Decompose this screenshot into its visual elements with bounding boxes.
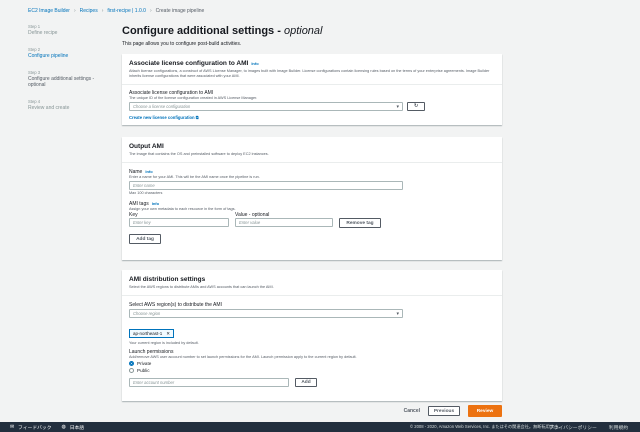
region-note: Your current region is included by defau…: [129, 341, 199, 345]
field-constraint: Max 100 characters: [129, 191, 163, 195]
region-token: ap-northeast-1 ✕: [129, 329, 175, 338]
account-number-input[interactable]: Enter account number: [129, 378, 289, 387]
info-link[interactable]: Info: [145, 169, 152, 174]
chevron-right-icon: ›: [73, 8, 76, 14]
info-link[interactable]: Info: [152, 201, 159, 206]
wizard-actions: Cancel Previous Review: [404, 405, 502, 417]
step-label: Review and create: [28, 105, 70, 111]
tag-value-input[interactable]: Enter value: [235, 218, 333, 227]
radio-private[interactable]: Private: [129, 360, 495, 367]
panel-title: Associate license configuration to AMI In…: [129, 60, 259, 67]
caret-down-icon: ▾: [396, 310, 399, 317]
panel-title: AMI distribution settings: [129, 276, 206, 283]
breadcrumb: EC2 Image Builder › Recipes › first-reci…: [28, 6, 204, 16]
wizard-step-4: Step 4 Review and create: [28, 99, 108, 111]
radio-unselected-icon: [129, 368, 134, 373]
chevron-right-icon: ›: [101, 8, 104, 14]
wizard-step-2[interactable]: Step 2 Configure pipeline: [28, 47, 108, 59]
console-footer: ✉ フィードバック ◍ 日本語 © 2008 - 2020, Amazon We…: [0, 422, 640, 432]
radio-selected-icon: [129, 361, 134, 366]
cancel-button[interactable]: Cancel: [404, 408, 420, 414]
remove-tag-button[interactable]: Remove tag: [339, 218, 381, 228]
panel-title: Output AMI: [129, 143, 164, 150]
tag-key-input[interactable]: Enter key: [129, 218, 229, 227]
language-selector[interactable]: 日本語: [70, 424, 84, 431]
caret-down-icon: ▾: [396, 103, 399, 110]
field-hint: The unique ID of the license configurati…: [129, 96, 258, 100]
page-title: Configure additional settings - optional: [122, 25, 323, 37]
review-button[interactable]: Review: [468, 405, 502, 417]
output-ami-panel: Output AMI The image that contains the O…: [122, 137, 502, 260]
add-tag-button[interactable]: Add tag: [129, 234, 161, 244]
panel-description: Select the AWS regions to distribute AMI…: [129, 285, 274, 289]
copyright-text: © 2008 - 2020, Amazon Web Services, Inc.…: [410, 424, 563, 429]
breadcrumb-recipe[interactable]: first-recipe | 1.0.0: [107, 8, 146, 14]
field-label: Select AWS region(s) to distribute the A…: [129, 302, 222, 308]
close-icon[interactable]: ✕: [166, 331, 170, 337]
ami-distribution-panel: AMI distribution settings Select the AWS…: [122, 270, 502, 401]
region-select[interactable]: Choose region ▾: [129, 309, 403, 318]
step-label: Configure additional settings - optional: [28, 76, 95, 88]
wizard-steps: Step 1 Define recipe Step 2 Configure pi…: [28, 24, 108, 122]
refresh-icon: ↻: [413, 104, 419, 109]
panel-description: The image that contains the OS and prein…: [129, 152, 269, 156]
previous-button[interactable]: Previous: [428, 406, 460, 416]
breadcrumb-recipes[interactable]: Recipes: [80, 8, 98, 14]
add-account-button[interactable]: Add: [295, 378, 317, 387]
wizard-step-3: Step 3 Configure additional settings - o…: [28, 70, 108, 88]
refresh-button[interactable]: ↻: [407, 102, 425, 111]
ami-name-input[interactable]: Enter name: [129, 181, 403, 190]
step-label: Define recipe: [28, 30, 58, 36]
external-link-icon: ⧉: [195, 115, 199, 120]
license-config-select[interactable]: Choose a license configuration ▾: [129, 102, 403, 111]
globe-icon: ◍: [61, 424, 66, 430]
page-subtitle: This page allows you to configure post-b…: [122, 41, 242, 47]
create-license-link[interactable]: Create new license configuration ⧉: [129, 115, 495, 120]
wizard-step-1[interactable]: Step 1 Define recipe: [28, 24, 108, 36]
field-hint: Enter a name for your AMI. This will be …: [129, 175, 260, 179]
info-link[interactable]: Info: [251, 61, 258, 66]
breadcrumb-current: Create image pipeline: [155, 8, 205, 14]
breadcrumb-image-builder[interactable]: EC2 Image Builder: [28, 8, 70, 14]
step-label: Configure pipeline: [28, 53, 69, 59]
license-config-panel: Associate license configuration to AMI In…: [122, 54, 502, 125]
chevron-right-icon: ›: [149, 8, 152, 14]
feedback-link[interactable]: フィードバック: [18, 424, 51, 431]
feedback-icon: ✉: [10, 424, 15, 430]
terms-link[interactable]: 利用規約: [609, 424, 628, 431]
radio-public[interactable]: Public: [129, 367, 495, 374]
panel-description: Attach license configurations, a constru…: [129, 69, 490, 78]
